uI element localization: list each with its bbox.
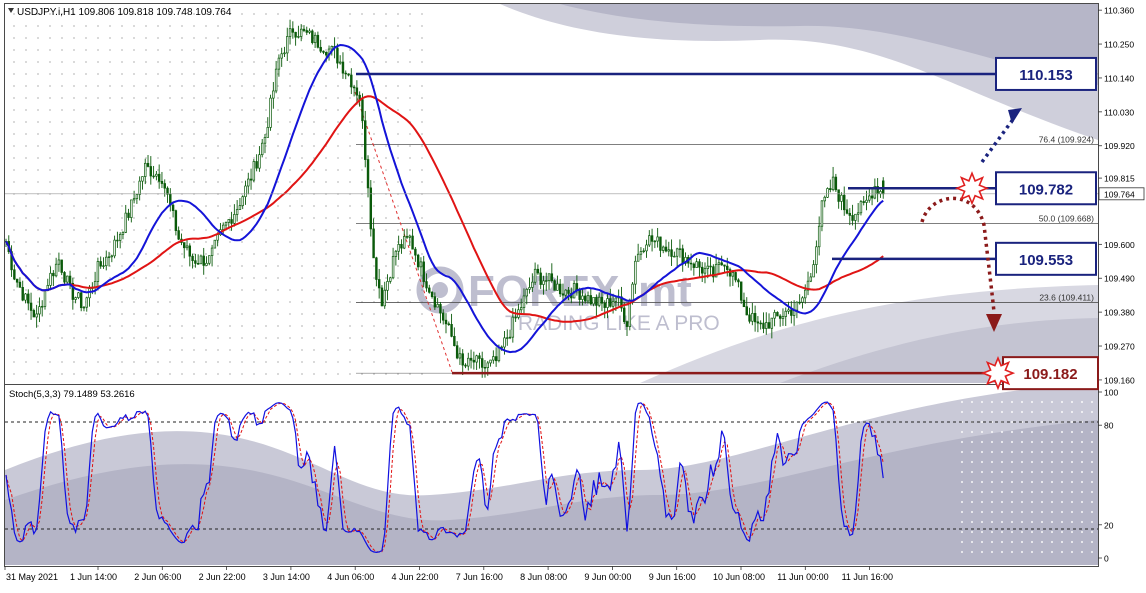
time-tick: 9 Jun 16:00 (649, 572, 696, 582)
price-tick: 109.600 (1104, 240, 1135, 250)
time-tick: 11 Jun 16:00 (842, 572, 893, 582)
time-axis: 31 May 2021 1 Jun 14:00 2 Jun 06:00 2 Jun 2… (4, 566, 893, 582)
candle (199, 254, 203, 265)
stoch-tick: 80 (1104, 421, 1114, 431)
level-box: 110.153 (995, 56, 1097, 91)
candle (311, 29, 314, 45)
burst-marker (954, 171, 990, 206)
level-value: 110.153 (1019, 67, 1072, 84)
candle (826, 187, 829, 198)
symbol-header: USDJPY.i,H1 109.806 109.818 109.748 109.… (8, 7, 232, 18)
stoch-axis: 100 80 20 0 (1098, 388, 1118, 564)
price-tick: 109.815 (1104, 174, 1135, 184)
time-tick: 4 Jun 06:00 (327, 572, 374, 582)
time-tick: 2 Jun 06:00 (134, 572, 181, 582)
price-tick: 109.920 (1104, 141, 1135, 151)
stoch-tick: 100 (1104, 388, 1118, 398)
price-tick: 110.360 (1104, 6, 1134, 16)
candle (380, 285, 384, 307)
fibo-label: 23.6 (109.411) (1039, 293, 1094, 303)
candle (859, 200, 863, 216)
time-tick: 3 Jun 14:00 (263, 572, 310, 582)
candle (572, 280, 576, 299)
candle (252, 159, 256, 183)
level-box: 109.553 (995, 241, 1097, 276)
price-tick: 110.250 (1104, 40, 1134, 50)
candle (269, 94, 272, 131)
price-tick: 109.380 (1104, 308, 1135, 318)
stoch-label: Stoch(5,3,3) 79.1489 53.2616 (9, 389, 135, 400)
level-value: 109.182 (1023, 366, 1077, 383)
candle (553, 279, 556, 291)
price-tick: 110.030 (1104, 107, 1134, 117)
stoch-tick: 0 (1104, 554, 1109, 564)
burst-marker (980, 355, 1016, 391)
price-tick: 109.764 (1104, 189, 1135, 199)
price-tick: 109.270 (1104, 342, 1135, 352)
time-tick: 9 Jun 00:00 (584, 572, 631, 582)
level-value: 109.782 (1019, 181, 1073, 198)
chart-window: FOREX. mt TRADING LIKE A PRO 76.4 (109.9… (0, 0, 1146, 588)
time-tick: 31 May 2021 (6, 572, 58, 582)
price-tick: 109.490 (1104, 274, 1135, 284)
time-tick: 4 Jun 22:00 (392, 572, 439, 582)
price-tick: 109.160 (1104, 375, 1135, 385)
time-tick: 7 Jun 16:00 (456, 572, 503, 582)
time-tick: 8 Jun 08:00 (520, 572, 567, 582)
candle (213, 239, 217, 249)
time-tick: 11 Jun 00:00 (777, 572, 828, 582)
level-box: 109.182 (980, 355, 1099, 391)
time-tick: 1 Jun 14:00 (70, 572, 117, 582)
time-tick: 10 Jun 08:00 (713, 572, 765, 582)
price-chart[interactable]: FOREX. mt TRADING LIKE A PRO 76.4 (109.9… (0, 0, 1146, 588)
candle (369, 180, 373, 237)
level-value: 109.553 (1019, 252, 1073, 269)
symbol-info: USDJPY.i,H1 109.806 109.818 109.748 109.… (17, 7, 232, 18)
fibo-label: 76.4 (109.924) (1039, 135, 1094, 145)
price-tick: 110.140 (1104, 73, 1134, 83)
fibo-label: 50.0 (109.668) (1039, 213, 1094, 223)
stoch-tick: 20 (1104, 520, 1114, 530)
time-tick: 2 Jun 22:00 (199, 572, 246, 582)
